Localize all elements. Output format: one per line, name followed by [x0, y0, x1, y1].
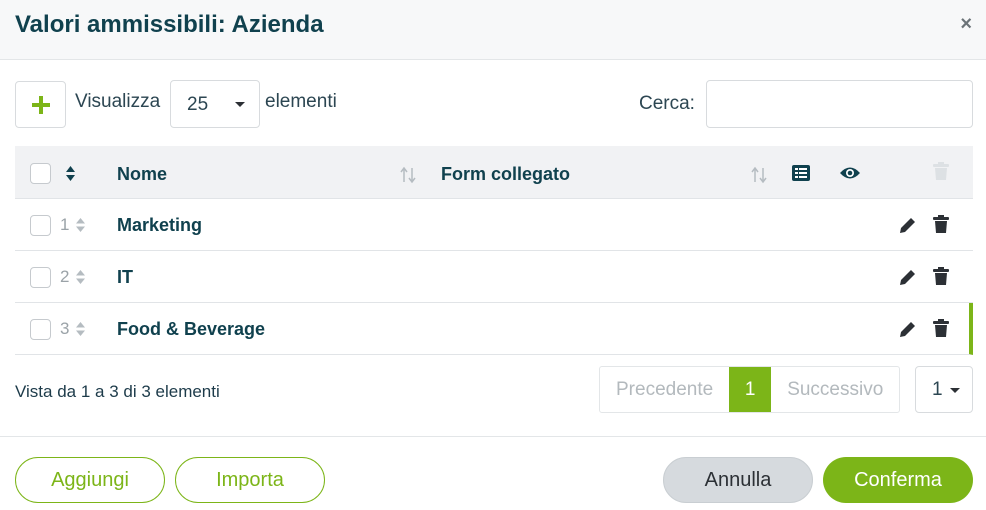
page-select-value: 1	[932, 379, 943, 400]
select-all-checkbox[interactable]	[30, 163, 51, 184]
show-label: Visualizza	[75, 91, 161, 112]
confirm-button[interactable]: Conferma	[823, 457, 973, 503]
sort-icon[interactable]	[65, 165, 76, 182]
trash-icon	[933, 162, 949, 180]
pencil-icon[interactable]	[899, 320, 917, 338]
row-index: 2	[60, 267, 70, 286]
trash-icon[interactable]	[933, 267, 949, 285]
sort-arrows-icon[interactable]	[750, 166, 768, 184]
modal-header: Valori ammissibili: Azienda ×	[0, 0, 986, 60]
table-row[interactable]: 1 Marketing	[15, 199, 973, 251]
pencil-icon[interactable]	[899, 216, 917, 234]
close-icon[interactable]: ×	[960, 12, 972, 36]
search-input[interactable]	[706, 80, 973, 128]
next-page-button[interactable]: Successivo	[771, 367, 899, 412]
row-checkbox[interactable]	[30, 319, 51, 340]
prev-page-button[interactable]: Precedente	[600, 367, 729, 412]
current-page-button[interactable]: 1	[729, 367, 772, 412]
table-header: Nome Form collegato	[15, 146, 973, 199]
drag-sort-icon[interactable]	[75, 217, 86, 233]
drag-sort-icon[interactable]	[75, 321, 86, 337]
cancel-button[interactable]: Annulla	[663, 457, 813, 503]
row-index: 1	[60, 215, 70, 234]
modal-title: Valori ammissibili: Azienda	[15, 11, 324, 38]
column-name[interactable]: Nome	[117, 162, 167, 186]
trash-icon[interactable]	[933, 215, 949, 233]
row-name: IT	[117, 267, 133, 287]
pencil-icon[interactable]	[899, 268, 917, 286]
table-row[interactable]: 3 Food & Beverage	[15, 303, 973, 355]
eye-icon[interactable]	[839, 166, 861, 180]
add-row-button[interactable]	[15, 81, 66, 128]
drag-sort-icon[interactable]	[75, 269, 86, 285]
add-button[interactable]: Aggiungi	[15, 457, 165, 503]
chevron-down-icon	[235, 102, 245, 107]
column-form[interactable]: Form collegato	[441, 162, 570, 186]
pagination: Precedente 1 Successivo	[599, 366, 901, 413]
row-checkbox[interactable]	[30, 215, 51, 236]
table-row[interactable]: 2 IT	[15, 251, 973, 303]
elements-label: elementi	[265, 91, 337, 112]
import-button[interactable]: Importa	[175, 457, 325, 503]
sort-arrows-icon[interactable]	[399, 166, 417, 184]
chevron-down-icon	[950, 388, 960, 393]
row-name: Marketing	[117, 215, 203, 235]
list-icon[interactable]	[792, 165, 810, 181]
row-checkbox[interactable]	[30, 267, 51, 288]
footer-divider	[0, 436, 986, 437]
pagination-info: Vista da 1 a 3 di 3 elementi	[15, 382, 220, 401]
plus-icon	[31, 95, 50, 114]
trash-icon[interactable]	[933, 319, 949, 337]
page-size-select[interactable]: 25	[170, 80, 260, 128]
page-size-value: 25	[187, 94, 209, 115]
row-index: 3	[60, 319, 70, 338]
row-name: Food & Beverage	[117, 319, 266, 339]
search-label: Cerca:	[639, 93, 695, 114]
page-select[interactable]: 1	[915, 366, 973, 413]
